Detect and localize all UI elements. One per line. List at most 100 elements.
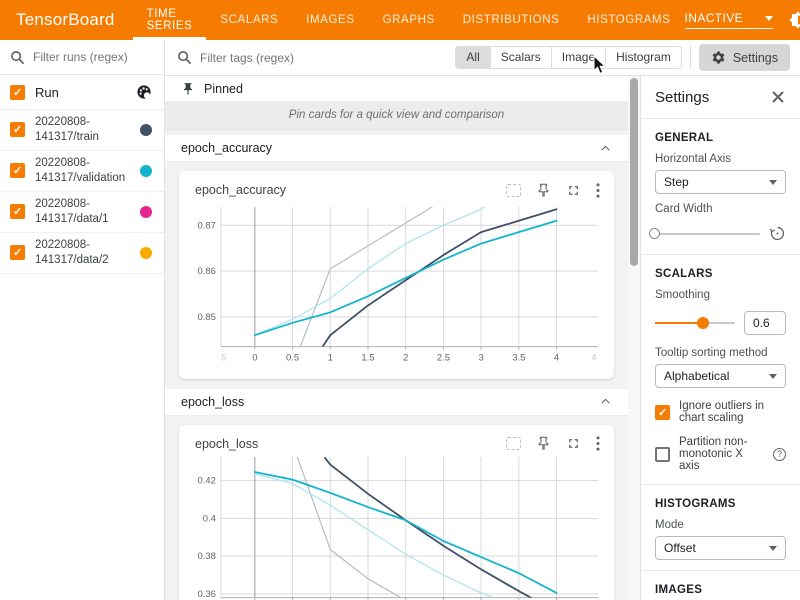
filter-runs-placeholder: Filter runs (regex) bbox=[33, 50, 128, 64]
card-header: epoch_loss bbox=[187, 429, 606, 455]
svg-text:3.5: 3.5 bbox=[512, 353, 525, 364]
ignore-outliers-checkbox[interactable] bbox=[655, 405, 670, 420]
run-color-dot[interactable] bbox=[140, 247, 152, 259]
section-header-epoch-loss[interactable]: epoch_loss bbox=[165, 389, 628, 416]
help-icon[interactable]: ? bbox=[773, 448, 786, 461]
filter-runs-input[interactable]: Filter runs (regex) bbox=[0, 40, 164, 75]
filter-chip-histogram[interactable]: Histogram bbox=[606, 47, 681, 68]
horizontal-axis-select[interactable]: Step bbox=[655, 170, 786, 194]
svg-text:0.5: 0.5 bbox=[286, 353, 299, 364]
run-name: 20220808-141317/data/2 bbox=[35, 238, 140, 268]
runs-sidebar: Filter runs (regex) Run 20220808-141317/… bbox=[0, 40, 165, 600]
svg-text:0.42: 0.42 bbox=[197, 475, 215, 486]
smoothing-slider[interactable] bbox=[655, 322, 735, 324]
run-name: 20220808-141317/train bbox=[35, 115, 140, 145]
run-name: 20220808-141317/data/1 bbox=[35, 197, 140, 227]
fullscreen-icon[interactable] bbox=[566, 183, 581, 198]
main-scrollbar bbox=[628, 76, 640, 600]
run-row[interactable]: 20220808-141317/train bbox=[0, 110, 164, 151]
theme-toggle-icon[interactable] bbox=[789, 11, 800, 29]
pinned-title: Pinned bbox=[204, 82, 243, 96]
select-all-runs-checkbox[interactable] bbox=[10, 85, 25, 100]
run-row[interactable]: 20220808-141317/data/2 bbox=[0, 233, 164, 274]
svg-text:0.4: 0.4 bbox=[203, 513, 216, 524]
chevron-up-icon bbox=[599, 142, 612, 155]
general-heading: GENERAL bbox=[655, 132, 786, 144]
histogram-mode-select[interactable]: Offset bbox=[655, 536, 786, 560]
tag-type-filter-group: AllScalarsImageHistogram bbox=[455, 46, 681, 69]
more-menu-icon[interactable] bbox=[596, 436, 600, 451]
pinned-header: Pinned bbox=[165, 76, 628, 102]
run-row[interactable]: 20220808-141317/validation bbox=[0, 151, 164, 192]
filter-chip-all[interactable]: All bbox=[456, 47, 490, 68]
images-heading: IMAGES bbox=[655, 584, 786, 596]
app-header: TensorBoard TIME SERIESSCALARSIMAGESGRAP… bbox=[0, 0, 800, 40]
filter-chip-scalars[interactable]: Scalars bbox=[491, 47, 552, 68]
settings-button-label: Settings bbox=[733, 51, 778, 65]
filter-tags-placeholder[interactable]: Filter tags (regex) bbox=[200, 51, 455, 65]
tab-images[interactable]: IMAGES bbox=[292, 0, 368, 40]
svg-text:2.5: 2.5 bbox=[437, 353, 450, 364]
pin-icon[interactable] bbox=[536, 436, 551, 451]
run-color-dot[interactable] bbox=[140, 124, 152, 136]
card-title: epoch_loss bbox=[195, 437, 506, 451]
tab-time-series[interactable]: TIME SERIES bbox=[133, 0, 207, 40]
runs-column-header: Run bbox=[35, 85, 136, 100]
close-icon[interactable] bbox=[770, 89, 786, 105]
settings-panel: Settings GENERAL Horizontal Axis Step Ca… bbox=[640, 76, 800, 600]
run-color-dot[interactable] bbox=[140, 165, 152, 177]
ignore-outliers-label: Ignore outliers in chart scaling bbox=[679, 400, 786, 424]
card-width-slider[interactable] bbox=[655, 233, 760, 235]
card-title: epoch_accuracy bbox=[195, 183, 506, 197]
run-checkbox[interactable] bbox=[10, 204, 25, 219]
tab-graphs[interactable]: GRAPHS bbox=[369, 0, 449, 40]
run-color-dot[interactable] bbox=[140, 206, 152, 218]
tab-scalars[interactable]: SCALARS bbox=[206, 0, 292, 40]
chevron-down-icon bbox=[769, 546, 777, 551]
smoothing-label: Smoothing bbox=[655, 289, 786, 301]
svg-text:0.36: 0.36 bbox=[197, 588, 215, 599]
search-icon bbox=[177, 50, 192, 65]
run-checkbox[interactable] bbox=[10, 245, 25, 260]
reset-icon[interactable] bbox=[769, 225, 786, 242]
fullscreen-icon[interactable] bbox=[566, 436, 581, 451]
smoothing-value-input[interactable]: 0.6 bbox=[744, 311, 786, 335]
svg-text:1: 1 bbox=[328, 353, 333, 364]
svg-text:5: 5 bbox=[221, 353, 226, 364]
tooltip-sorting-select[interactable]: Alphabetical bbox=[655, 364, 786, 388]
gear-icon bbox=[711, 50, 726, 65]
horizontal-axis-label: Horizontal Axis bbox=[655, 153, 786, 165]
section-title: epoch_accuracy bbox=[181, 141, 272, 155]
card-width-label: Card Width bbox=[655, 203, 786, 215]
epoch-loss-chart[interactable]: 0.360.380.40.4200.511.522.533.54 bbox=[187, 455, 606, 600]
run-status-select[interactable]: INACTIVE bbox=[685, 11, 773, 29]
partition-x-axis-checkbox[interactable] bbox=[655, 447, 670, 462]
run-checkbox[interactable] bbox=[10, 122, 25, 137]
chevron-down-icon bbox=[765, 16, 773, 21]
pin-icon[interactable] bbox=[536, 183, 551, 198]
section-header-epoch-accuracy[interactable]: epoch_accuracy bbox=[165, 135, 628, 162]
run-status-value: INACTIVE bbox=[685, 11, 744, 25]
run-row[interactable]: 20220808-141317/data/1 bbox=[0, 192, 164, 233]
fit-domain-icon[interactable] bbox=[506, 437, 521, 450]
run-checkbox[interactable] bbox=[10, 163, 25, 178]
settings-button[interactable]: Settings bbox=[699, 44, 790, 71]
horizontal-axis-value: Step bbox=[664, 175, 689, 189]
filter-chip-image[interactable]: Image bbox=[552, 47, 606, 68]
svg-text:0.87: 0.87 bbox=[197, 220, 215, 231]
run-name: 20220808-141317/validation bbox=[35, 156, 140, 186]
section-title: epoch_loss bbox=[181, 395, 244, 409]
more-menu-icon[interactable] bbox=[596, 183, 600, 198]
card-epoch-loss: epoch_loss 0.360.380.40.4200.511.522.533… bbox=[179, 425, 614, 600]
cards-area: Pinned Pin cards for a quick view and co… bbox=[165, 76, 628, 600]
palette-icon[interactable] bbox=[136, 84, 152, 100]
svg-text:2: 2 bbox=[403, 353, 408, 364]
partition-x-axis-label: Partition non-monotonic X axis bbox=[679, 436, 764, 472]
fit-domain-icon[interactable] bbox=[506, 184, 521, 197]
tab-distributions[interactable]: DISTRIBUTIONS bbox=[449, 0, 574, 40]
svg-text:3: 3 bbox=[478, 353, 483, 364]
card-header: epoch_accuracy bbox=[187, 175, 606, 201]
scrollbar-thumb[interactable] bbox=[630, 78, 638, 266]
tab-histograms[interactable]: HISTOGRAMS bbox=[573, 0, 684, 40]
epoch-accuracy-chart[interactable]: 0.850.860.8700.511.522.533.5454 bbox=[187, 201, 606, 377]
